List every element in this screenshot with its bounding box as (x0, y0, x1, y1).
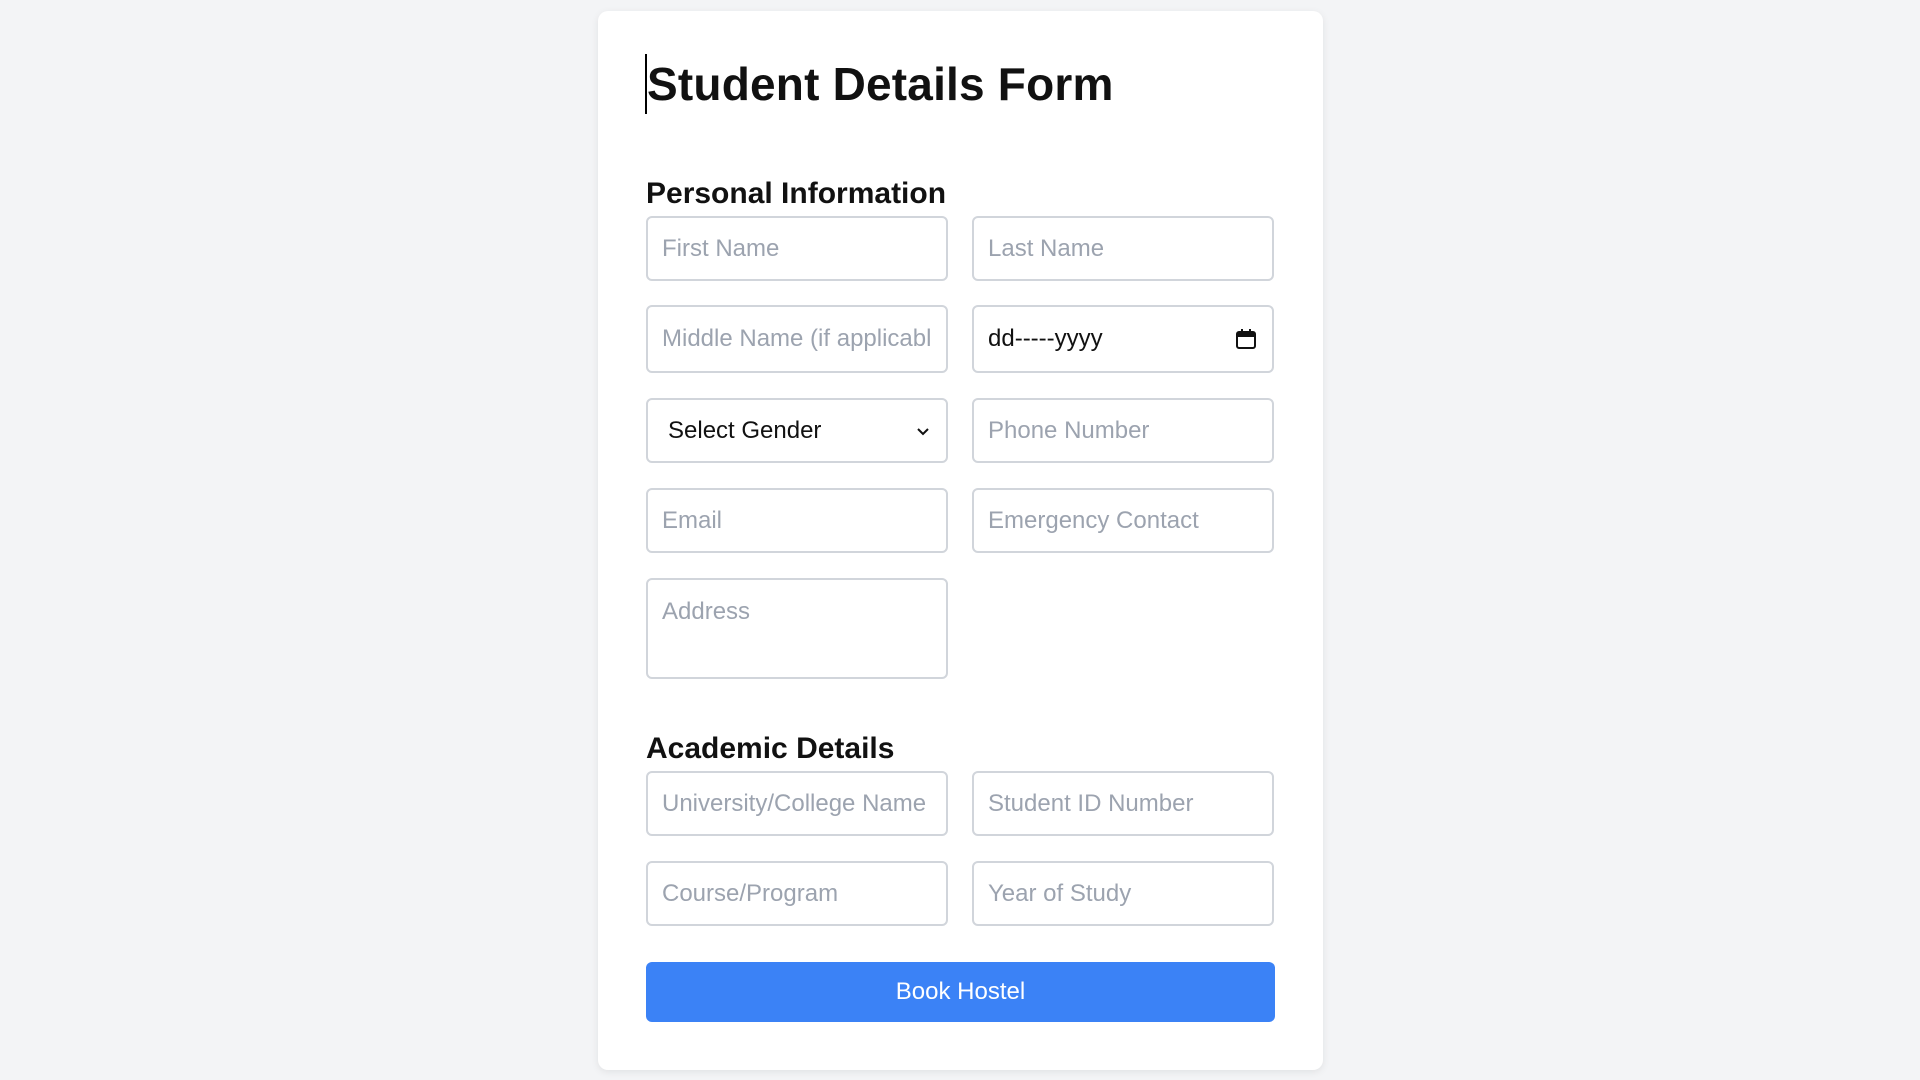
address-textarea[interactable] (646, 578, 948, 679)
page-title: Student Details Form (645, 54, 1275, 114)
date-of-birth-input[interactable]: dd-----yyyy (972, 305, 1274, 373)
emergency-contact-input[interactable] (972, 488, 1274, 553)
first-name-input[interactable] (646, 216, 948, 281)
student-id-input[interactable] (972, 771, 1274, 836)
phone-number-input[interactable] (972, 398, 1274, 463)
gender-selected-value: Select Gender (668, 416, 822, 444)
university-name-input[interactable] (646, 771, 948, 836)
course-program-input[interactable] (646, 861, 948, 926)
year-of-study-input[interactable] (972, 861, 1274, 926)
last-name-input[interactable] (972, 216, 1274, 281)
date-value: dd-----yyyy (988, 325, 1103, 352)
calendar-icon[interactable] (1234, 327, 1258, 351)
email-input[interactable] (646, 488, 948, 553)
personal-information-heading: Personal Information (646, 177, 947, 210)
student-details-card: Student Details Form Personal Informatio… (598, 11, 1323, 1070)
chevron-down-icon (914, 422, 932, 440)
academic-details-heading: Academic Details (646, 732, 895, 765)
book-hostel-button[interactable]: Book Hostel (646, 962, 1275, 1022)
gender-select[interactable]: Select Gender (646, 398, 948, 463)
middle-name-input[interactable] (646, 305, 948, 373)
